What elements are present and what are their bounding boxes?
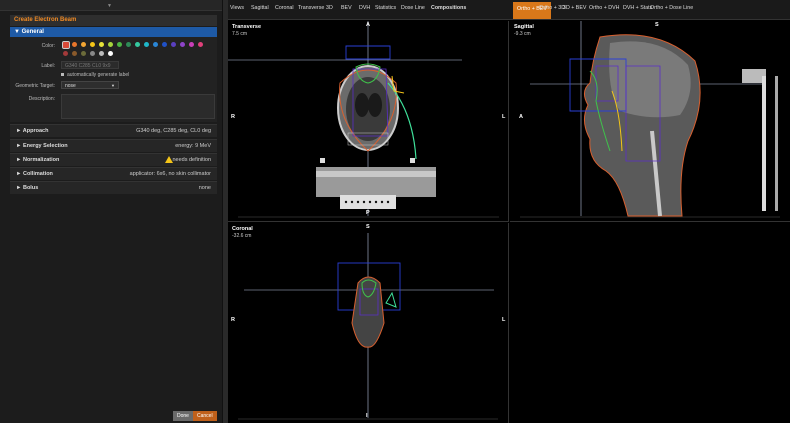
view-tab-bar: Views Sagittal Coronal Transverse 3D BEV DVH St… [228, 0, 790, 20]
caret-down-icon: ▼ [111, 83, 115, 88]
tab-coronal[interactable]: Coronal [275, 5, 294, 11]
collimation-section[interactable]: ► Collimation applicator: 6x6, no skin co… [10, 167, 217, 180]
energy-summary: energy: 9 MeV [175, 143, 211, 149]
transverse-position: 7.5 cm [232, 31, 248, 37]
color-swatch[interactable] [171, 42, 176, 47]
tab-sagittal[interactable]: Sagittal [251, 5, 269, 11]
coronal-view[interactable]: Coronal -32.6 cm S I R L [228, 223, 509, 423]
orientation-anterior-sag: A [519, 114, 523, 120]
checkbox-icon[interactable] [61, 73, 64, 77]
coronal-title: Coronal [232, 226, 253, 232]
description-textarea[interactable] [61, 94, 215, 119]
tab-ortho-3d[interactable]: Ortho + 3D [539, 5, 565, 11]
color-swatch[interactable] [81, 42, 86, 47]
energy-title: ► Energy Selection [16, 143, 68, 149]
approach-summary: G340 deg, C285 deg, CL0 deg [136, 128, 211, 134]
bolus-section[interactable]: ► Bolus none [10, 181, 217, 194]
color-swatch-selected[interactable] [62, 41, 70, 49]
tab-ortho-dvh[interactable]: Ortho + DVH [589, 5, 619, 11]
geometric-target-value: nose [65, 83, 76, 89]
color-swatch[interactable] [162, 42, 167, 47]
orientation-inferior: I [366, 413, 368, 419]
energy-section[interactable]: ► Energy Selection energy: 9 MeV [10, 139, 217, 152]
color-swatch[interactable] [198, 42, 203, 47]
color-swatch[interactable] [117, 42, 122, 47]
tab-dvh[interactable]: DVH [359, 5, 370, 11]
transverse-view[interactable]: Transverse 7.5 cm A P R L [228, 21, 509, 222]
geometric-target-select[interactable]: nose ▼ [61, 81, 119, 89]
chevron-down-icon[interactable]: ▼ [107, 3, 112, 9]
tab-3d[interactable]: 3D [326, 5, 333, 11]
color-swatch[interactable] [90, 42, 95, 47]
tab-dose-line[interactable]: Dose Line [401, 5, 425, 11]
orientation-superior: S [655, 22, 659, 28]
tab-dvh-stats[interactable]: DVH + Stats [623, 5, 652, 11]
tab-statistics[interactable]: Statistics [375, 5, 396, 11]
tab-views[interactable]: Views [230, 5, 244, 11]
sagittal-position: -9.3 cm [514, 31, 531, 37]
tab-compositions[interactable]: Compositions [431, 5, 466, 11]
color-swatch[interactable] [108, 42, 113, 47]
color-swatch[interactable] [144, 42, 149, 47]
color-swatch[interactable] [72, 42, 77, 47]
cancel-button[interactable]: Cancel [193, 411, 217, 421]
color-swatch[interactable] [153, 42, 158, 47]
normalization-section[interactable]: ► Normalization needs definition [10, 153, 217, 166]
color-swatch[interactable] [99, 51, 104, 56]
orientation-superior-cor: S [366, 224, 370, 230]
collimation-title: ► Collimation [16, 171, 53, 177]
auto-label-checkbox[interactable]: automatically generate label [61, 72, 129, 78]
sagittal-view[interactable]: Sagittal -9.3 cm S A [510, 21, 790, 222]
tab-transverse[interactable]: Transverse [298, 5, 324, 11]
label-input[interactable]: G340 C285 CL0 9x9 [61, 61, 119, 69]
orientation-posterior: P [366, 210, 370, 216]
color-label: Color: [41, 43, 55, 49]
done-button[interactable]: Done [173, 411, 193, 421]
color-swatch[interactable] [180, 42, 185, 47]
color-swatch[interactable] [135, 42, 140, 47]
normalization-title: ► Normalization [16, 157, 60, 163]
transverse-title: Transverse [232, 24, 262, 30]
bev-view[interactable] [510, 223, 790, 423]
tab-3d-bev[interactable]: 3D + BEV [563, 5, 586, 11]
color-swatch[interactable] [189, 42, 194, 47]
panel-title: Create Electron Beam [10, 15, 217, 26]
orientation-anterior: A [366, 22, 370, 28]
general-section-header[interactable]: ▼ General [10, 27, 217, 37]
orientation-right-cor: R [231, 317, 235, 323]
coronal-position: -32.6 cm [232, 233, 252, 239]
orientation-left: L [502, 114, 506, 120]
auto-label-text: automatically generate label [67, 72, 130, 78]
tab-ortho-dose-line[interactable]: Ortho + Dose Line [650, 5, 693, 11]
panel-collapse-handle[interactable]: ▼ [0, 0, 222, 11]
label-label: Label: [41, 63, 55, 69]
color-swatch[interactable] [81, 51, 86, 56]
coronal-image [238, 233, 498, 420]
color-swatch[interactable] [126, 42, 131, 47]
sagittal-title: Sagittal [514, 24, 534, 30]
orientation-left-cor: L [502, 317, 506, 323]
geometric-target-label: Geometric Target: [15, 83, 55, 89]
orientation-right: R [231, 114, 235, 120]
normalization-summary: needs definition [172, 157, 211, 163]
approach-title: ► Approach [16, 128, 49, 134]
color-swatch[interactable] [99, 42, 104, 47]
approach-section[interactable]: ► Approach G340 deg, C285 deg, CL0 deg [10, 124, 217, 137]
sagittal-image [520, 21, 780, 218]
color-swatch[interactable] [108, 51, 113, 56]
beam-editor-panel: ▼ Create Electron Beam ▼ General Color: … [0, 0, 222, 423]
collimation-summary: applicator: 6x6, no skin collimator [129, 171, 211, 177]
color-swatch[interactable] [63, 51, 68, 56]
bolus-summary: none [198, 185, 211, 191]
color-swatch[interactable] [90, 51, 95, 56]
transverse-image [228, 21, 499, 218]
bolus-title: ► Bolus [16, 185, 39, 191]
color-swatch[interactable] [72, 51, 77, 56]
description-label: Description: [28, 96, 55, 102]
tab-bev[interactable]: BEV [341, 5, 352, 11]
